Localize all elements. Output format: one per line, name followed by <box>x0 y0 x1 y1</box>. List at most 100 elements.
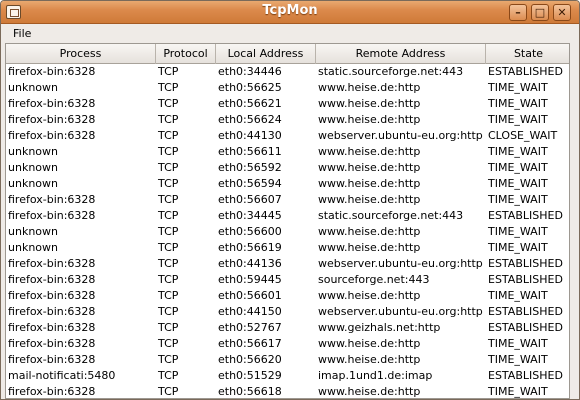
cell-protocol: TCP <box>158 337 179 350</box>
cell-remote-address: www.heise.de:http <box>318 97 421 110</box>
table-row[interactable]: firefox-bin:6328 TCP eth0:44136 webserver.u… <box>6 256 569 272</box>
cell-remote-address: www.heise.de:http <box>318 353 421 366</box>
cell-local-address: eth0:56618 <box>218 385 282 398</box>
cell-local-address: eth0:56607 <box>218 193 282 206</box>
cell-state: ESTABLISHED <box>488 305 563 318</box>
menu-file[interactable]: File <box>7 26 37 41</box>
cell-state: ESTABLISHED <box>488 257 563 270</box>
table-row[interactable]: firefox-bin:6328 TCP eth0:56620 www.heise.d… <box>6 352 569 368</box>
cell-state: TIME_WAIT <box>488 385 548 398</box>
column-header-state[interactable]: State <box>486 44 569 64</box>
cell-process: firefox-bin:6328 <box>8 273 96 286</box>
cell-protocol: TCP <box>158 193 179 206</box>
table-row[interactable]: firefox-bin:6328 TCP eth0:34446 static.sour… <box>6 64 569 80</box>
cell-local-address: eth0:44150 <box>218 305 282 318</box>
table-row[interactable]: unknown TCP eth0:56594 www.heise.de:http TIM… <box>6 176 569 192</box>
cell-protocol: TCP <box>158 225 179 238</box>
table-row[interactable]: firefox-bin:6328 TCP eth0:34445 static.sour… <box>6 208 569 224</box>
table-row[interactable]: unknown TCP eth0:56600 www.heise.de:http TIM… <box>6 224 569 240</box>
table-row[interactable]: firefox-bin:6328 TCP eth0:56618 www.heise.d… <box>6 384 569 398</box>
cell-process: firefox-bin:6328 <box>8 113 96 126</box>
cell-state: TIME_WAIT <box>488 289 548 302</box>
column-header-local-address[interactable]: Local Address <box>216 44 316 64</box>
cell-process: unknown <box>8 145 58 158</box>
table-row[interactable]: firefox-bin:6328 TCP eth0:59445 sourceforge… <box>6 272 569 288</box>
cell-remote-address: www.heise.de:http <box>318 145 421 158</box>
cell-local-address: eth0:51529 <box>218 369 282 382</box>
table-row[interactable]: firefox-bin:6328 TCP eth0:44150 webserver.u… <box>6 304 569 320</box>
cell-process: firefox-bin:6328 <box>8 97 96 110</box>
cell-protocol: TCP <box>158 161 179 174</box>
cell-remote-address: www.geizhals.net:http <box>318 321 441 334</box>
cell-local-address: eth0:56625 <box>218 81 282 94</box>
table-row[interactable]: firefox-bin:6328 TCP eth0:44130 webserver.u… <box>6 128 569 144</box>
cell-process: unknown <box>8 241 58 254</box>
cell-process: unknown <box>8 161 58 174</box>
cell-process: firefox-bin:6328 <box>8 65 96 78</box>
cell-state: TIME_WAIT <box>488 353 548 366</box>
close-button[interactable]: ✕ <box>553 4 571 21</box>
cell-state: CLOSE_WAIT <box>488 129 558 142</box>
cell-protocol: TCP <box>158 257 179 270</box>
cell-protocol: TCP <box>158 145 179 158</box>
table-row[interactable]: mail-notificati:5480 TCP eth0:51529 imap.1u… <box>6 368 569 384</box>
cell-remote-address: imap.1und1.de:imap <box>318 369 433 382</box>
cell-protocol: TCP <box>158 353 179 366</box>
cell-protocol: TCP <box>158 305 179 318</box>
table-row[interactable]: firefox-bin:6328 TCP eth0:56607 www.heise.d… <box>6 192 569 208</box>
cell-process: firefox-bin:6328 <box>8 209 96 222</box>
table-row[interactable]: firefox-bin:6328 TCP eth0:52767 www.geizhal… <box>6 320 569 336</box>
cell-state: ESTABLISHED <box>488 65 563 78</box>
column-header-process[interactable]: Process <box>6 44 156 64</box>
table-row[interactable]: unknown TCP eth0:56611 www.heise.de:http TIM… <box>6 144 569 160</box>
cell-remote-address: www.heise.de:http <box>318 225 421 238</box>
cell-state: TIME_WAIT <box>488 161 548 174</box>
minimize-button[interactable]: – <box>509 4 527 21</box>
cell-local-address: eth0:56624 <box>218 113 282 126</box>
cell-local-address: eth0:44130 <box>218 129 282 142</box>
cell-remote-address: static.sourceforge.net:443 <box>318 65 464 78</box>
cell-protocol: TCP <box>158 81 179 94</box>
cell-remote-address: www.heise.de:http <box>318 289 421 302</box>
table-row[interactable]: unknown TCP eth0:56625 www.heise.de:http TIM… <box>6 80 569 96</box>
cell-state: TIME_WAIT <box>488 81 548 94</box>
cell-remote-address: www.heise.de:http <box>318 161 421 174</box>
cell-protocol: TCP <box>158 113 179 126</box>
title-bar[interactable]: TcpMon – □ ✕ <box>1 1 579 24</box>
cell-remote-address: webserver.ubuntu-eu.org:http <box>318 257 483 270</box>
table-row[interactable]: firefox-bin:6328 TCP eth0:56601 www.heise.d… <box>6 288 569 304</box>
cell-process: firefox-bin:6328 <box>8 289 96 302</box>
cell-local-address: eth0:56620 <box>218 353 282 366</box>
table-row[interactable]: unknown TCP eth0:56619 www.heise.de:http TIM… <box>6 240 569 256</box>
cell-process: firefox-bin:6328 <box>8 193 96 206</box>
table-row[interactable]: firefox-bin:6328 TCP eth0:56624 www.heise.d… <box>6 112 569 128</box>
cell-state: TIME_WAIT <box>488 193 548 206</box>
cell-protocol: TCP <box>158 177 179 190</box>
column-header-protocol[interactable]: Protocol <box>156 44 216 64</box>
table-row[interactable]: firefox-bin:6328 TCP eth0:56621 www.heise.d… <box>6 96 569 112</box>
cell-state: TIME_WAIT <box>488 145 548 158</box>
cell-local-address: eth0:44136 <box>218 257 282 270</box>
cell-remote-address: www.heise.de:http <box>318 385 421 398</box>
cell-local-address: eth0:56621 <box>218 97 282 110</box>
column-header-remote-address[interactable]: Remote Address <box>316 44 486 64</box>
cell-state: TIME_WAIT <box>488 241 548 254</box>
cell-protocol: TCP <box>158 241 179 254</box>
cell-state: TIME_WAIT <box>488 113 548 126</box>
maximize-button[interactable]: □ <box>531 4 549 21</box>
cell-local-address: eth0:56611 <box>218 145 282 158</box>
scrollbar[interactable] <box>570 43 579 399</box>
cell-process: firefox-bin:6328 <box>8 257 96 270</box>
cell-process: firefox-bin:6328 <box>8 305 96 318</box>
table-row[interactable]: unknown TCP eth0:56592 www.heise.de:http TIM… <box>6 160 569 176</box>
cell-protocol: TCP <box>158 369 179 382</box>
cell-state: TIME_WAIT <box>488 177 548 190</box>
cell-remote-address: webserver.ubuntu-eu.org:http <box>318 305 483 318</box>
cell-state: ESTABLISHED <box>488 369 563 382</box>
cell-local-address: eth0:34445 <box>218 209 282 222</box>
tcpmon-window: TcpMon – □ ✕ File Process Protocol Local… <box>0 0 580 400</box>
window-title: TcpMon <box>262 3 318 18</box>
connections-table: Process Protocol Local Address Remote Ad… <box>5 43 570 399</box>
cell-process: unknown <box>8 225 58 238</box>
table-row[interactable]: firefox-bin:6328 TCP eth0:56617 www.heise.d… <box>6 336 569 352</box>
